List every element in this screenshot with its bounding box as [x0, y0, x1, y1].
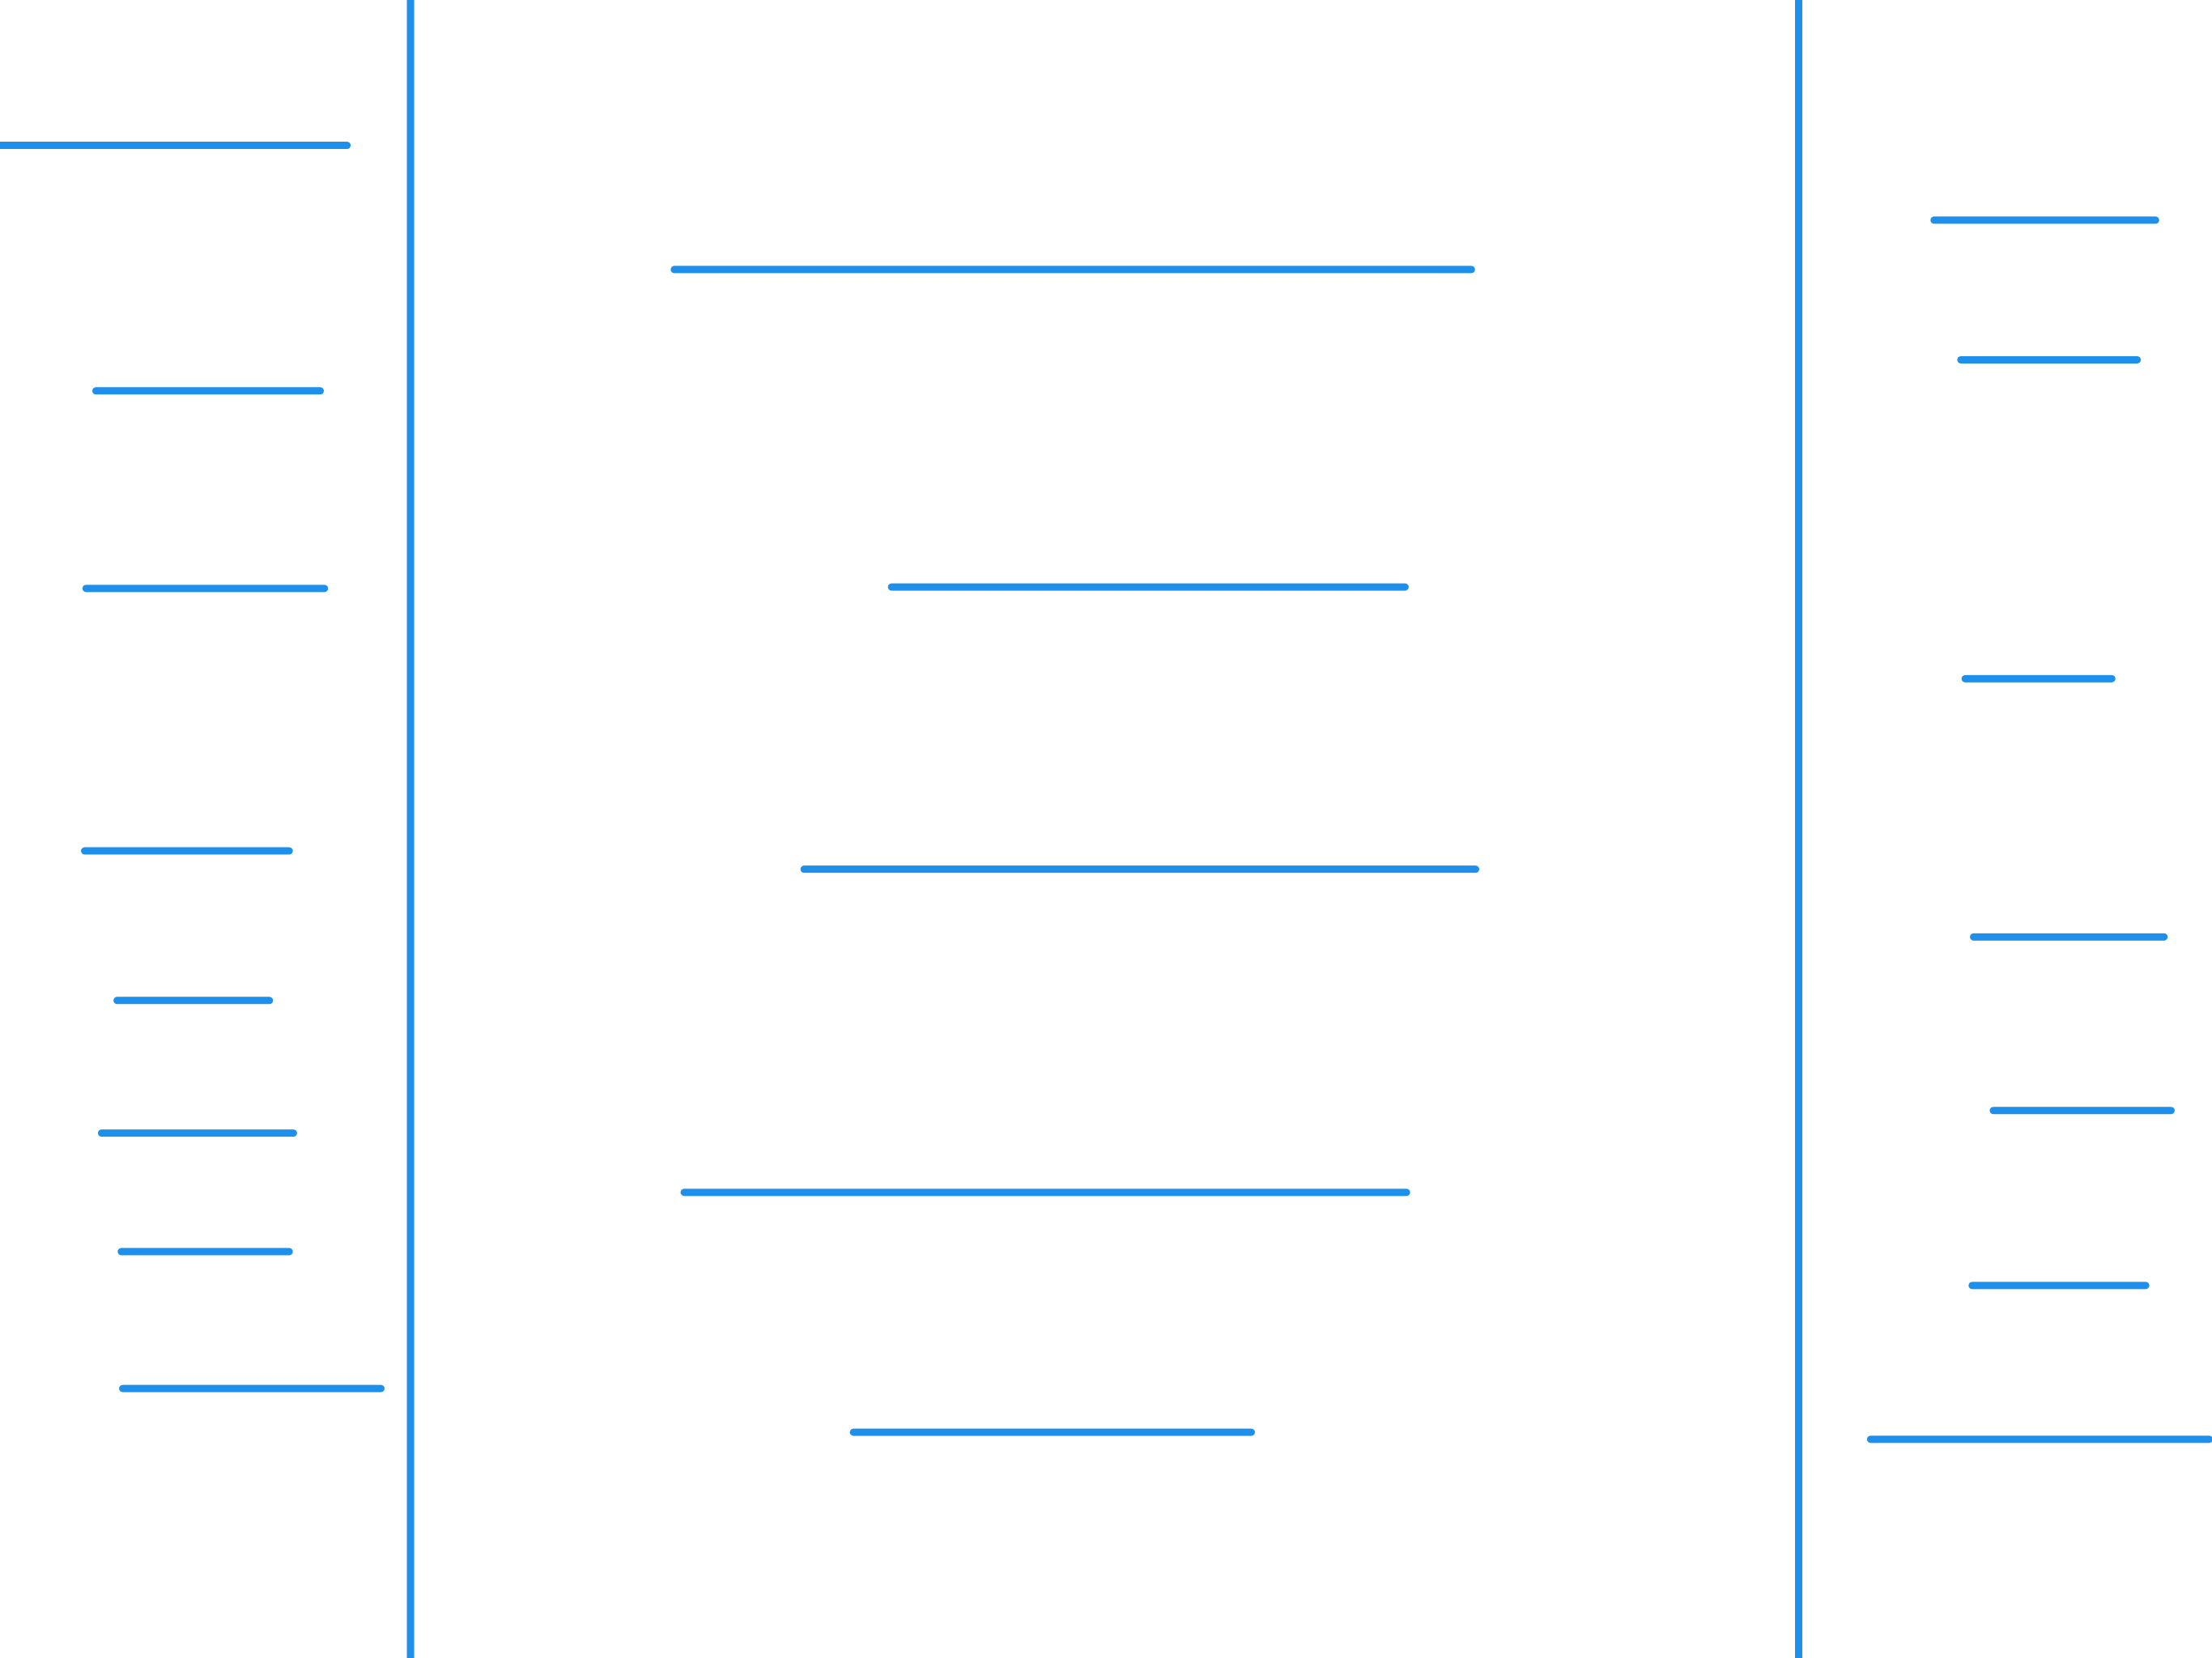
right-column — [1866, 216, 2212, 1443]
left-column — [0, 142, 385, 1392]
sketch-canvas — [0, 0, 2212, 1658]
center-column — [670, 266, 1479, 1436]
column-dividers — [406, 0, 1802, 1658]
